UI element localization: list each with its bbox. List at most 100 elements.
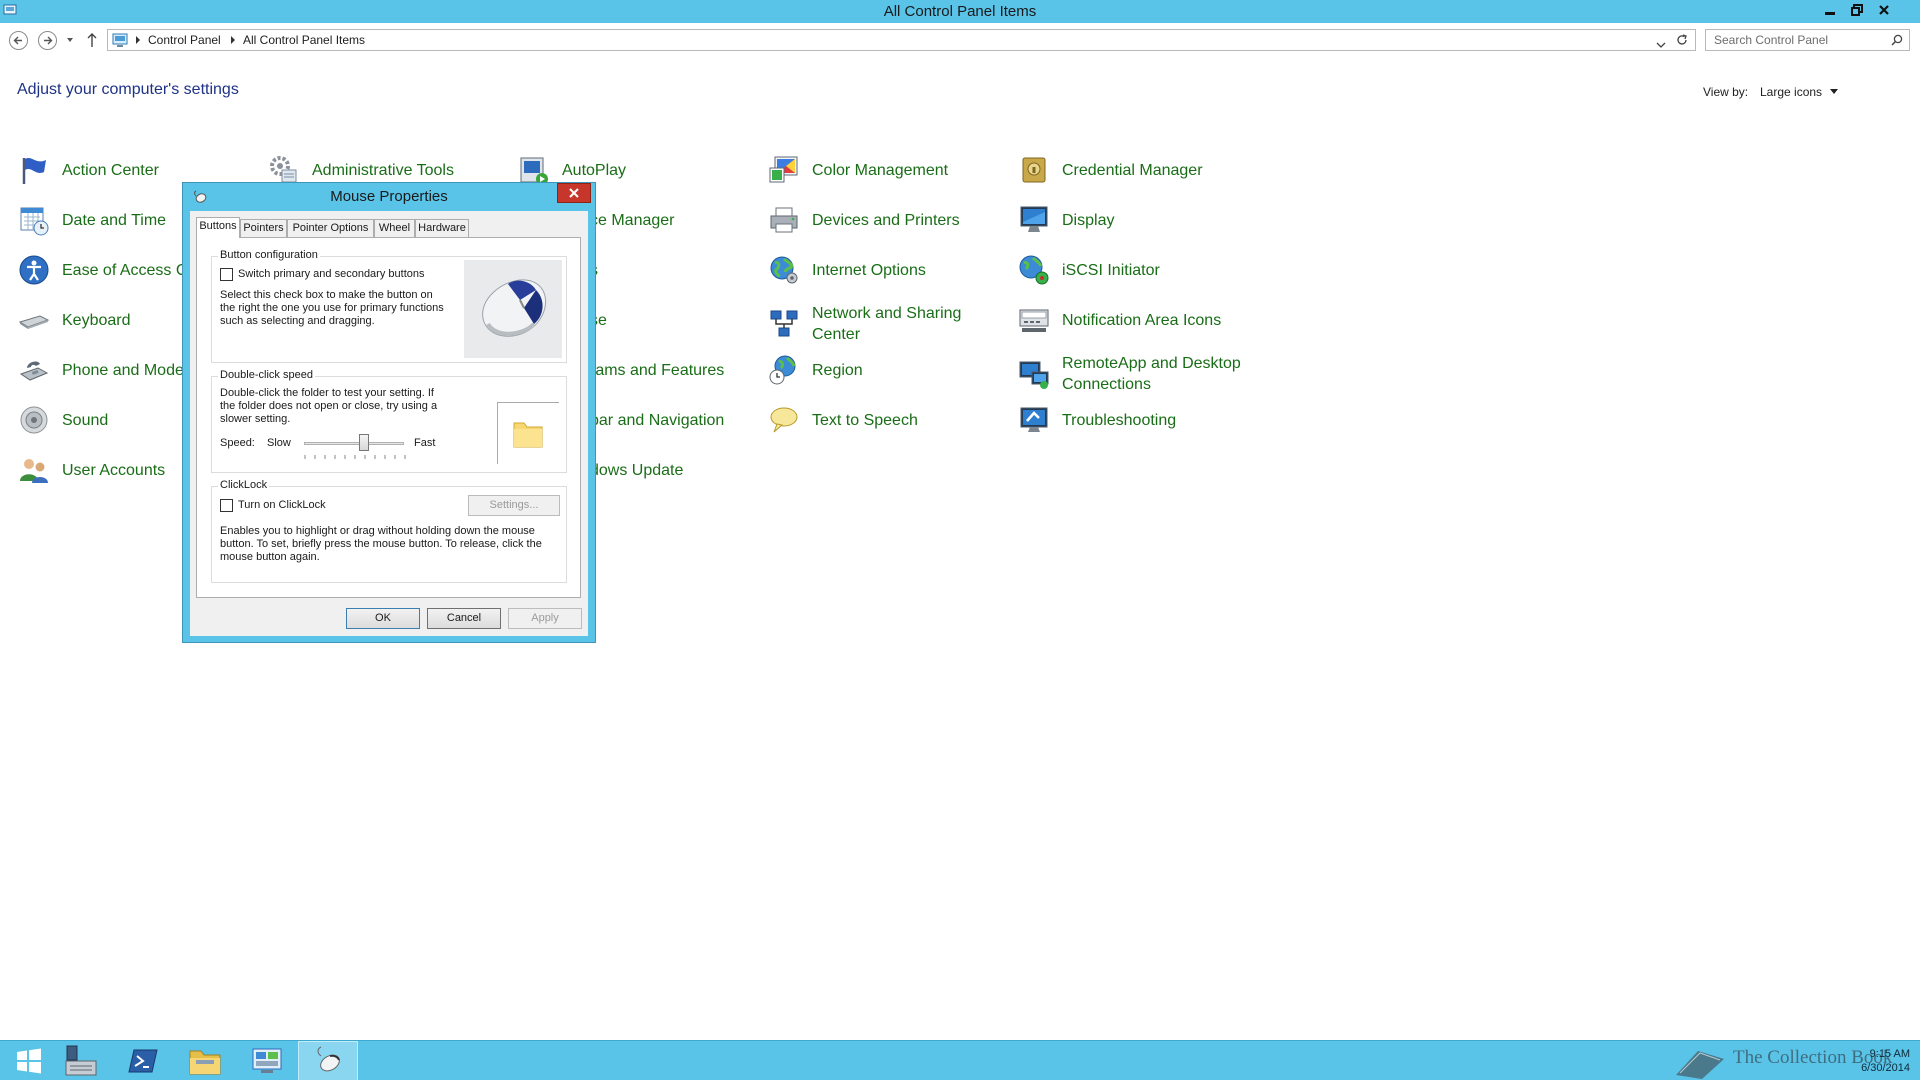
cp-item-text-to-speech[interactable]: Text to Speech (768, 402, 918, 438)
address-dropdown[interactable] (1656, 36, 1666, 54)
tab-hardware[interactable]: Hardware (415, 219, 469, 237)
clicklock-label[interactable]: Turn on ClickLock (238, 499, 326, 512)
phone-modem-icon (19, 361, 49, 381)
control-panel-location-icon (112, 33, 128, 47)
cp-item-sound[interactable]: Sound (18, 402, 108, 438)
remote-desktop-icon (1019, 361, 1049, 389)
cp-item-label: Notification Area Icons (1062, 311, 1222, 329)
cp-item-region[interactable]: Region (768, 352, 863, 388)
cp-item-notification-area-icons[interactable]: Notification Area Icons (1018, 302, 1221, 338)
breadcrumb-control-panel[interactable]: Control Panel (148, 30, 221, 51)
back-button[interactable] (9, 31, 28, 50)
dialog-title-bar[interactable]: Mouse Properties (183, 183, 595, 211)
restore-button[interactable] (1843, 0, 1870, 20)
minimize-button[interactable] (1816, 0, 1843, 20)
start-button[interactable] (0, 1041, 58, 1080)
taskbar: 9:15 AM 6/30/2014 (0, 1040, 1920, 1080)
cp-item-date-and-time[interactable]: Date and Time (18, 202, 166, 238)
clicklock-group: ClickLock Turn on ClickLock Settings... … (211, 479, 567, 583)
cp-item-device-manager[interactable]: ce Manager (590, 202, 675, 238)
navigation-bar: Control Panel All Control Panel Items (0, 23, 1920, 57)
cp-item-label: Ease of Access Ce (62, 261, 197, 279)
double-click-speed-group: Double-click speed Double-click the fold… (211, 369, 567, 473)
mouse-preview-image (464, 260, 562, 358)
refresh-button[interactable] (1675, 33, 1689, 52)
cp-item-keyboard[interactable]: Keyboard (18, 302, 131, 338)
forward-button[interactable] (38, 31, 57, 50)
double-click-speed-slider-thumb[interactable] (359, 434, 369, 451)
clicklock-checkbox[interactable] (220, 499, 233, 512)
iscsi-globe-icon (1019, 255, 1049, 285)
buttons-tab-panel: Button configuration Switch primary and … (196, 237, 581, 598)
cp-item-ease-of-access[interactable]: Ease of Access Ce (18, 252, 196, 288)
cp-item-remoteapp[interactable]: RemoteApp and Desktop Connections (1018, 352, 1242, 396)
cp-item-credential-manager[interactable]: Credential Manager (1018, 152, 1203, 188)
speaker-icon (20, 406, 48, 434)
address-bar[interactable]: Control Panel All Control Panel Items (107, 29, 1696, 51)
folder-icon (189, 1050, 221, 1075)
taskbar-server-manager[interactable] (52, 1041, 110, 1080)
troubleshooting-icon (1020, 407, 1048, 432)
taskbar-powershell[interactable] (114, 1041, 172, 1080)
apply-button[interactable]: Apply (508, 608, 582, 629)
ok-button[interactable]: OK (346, 608, 420, 629)
close-button[interactable] (1870, 0, 1897, 20)
cp-item-label: Color Management (812, 161, 949, 179)
search-box[interactable] (1705, 29, 1910, 51)
tab-buttons[interactable]: Buttons (196, 217, 240, 238)
cp-item-devices-and-printers[interactable]: Devices and Printers (768, 202, 960, 238)
taskbar-file-explorer[interactable] (176, 1041, 234, 1080)
clicklock-settings-button[interactable]: Settings... (468, 495, 560, 516)
tab-wheel[interactable]: Wheel (374, 219, 415, 237)
cp-item-internet-options[interactable]: Internet Options (768, 252, 926, 288)
double-click-speed-slider-track[interactable] (304, 442, 404, 445)
credential-vault-icon (1022, 157, 1046, 183)
cancel-button[interactable]: Cancel (427, 608, 501, 629)
view-by-dropdown[interactable]: Large icons (1760, 85, 1822, 99)
close-icon (1878, 5, 1889, 15)
mouse-illustration-icon (482, 279, 547, 337)
cp-item-troubleshooting[interactable]: Troubleshooting (1018, 402, 1176, 438)
cp-item-user-accounts[interactable]: User Accounts (18, 452, 165, 488)
switch-buttons-checkbox[interactable] (220, 268, 233, 281)
forward-arrow-icon (44, 36, 53, 45)
group-title: ClickLock (218, 479, 270, 491)
search-icon[interactable] (1891, 34, 1903, 46)
cp-item-label: Display (1062, 211, 1115, 229)
tab-pointers[interactable]: Pointers (240, 219, 287, 237)
cp-item-label: Credential Manager (1062, 161, 1203, 179)
cp-item-taskbar-and-navigation[interactable]: bar and Navigation (590, 402, 724, 438)
fast-label: Fast (414, 437, 436, 449)
cp-item-label: Keyboard (62, 311, 131, 329)
cp-item-iscsi-initiator[interactable]: iSCSI Initiator (1018, 252, 1160, 288)
dialog-close-button[interactable] (557, 183, 591, 203)
calendar-clock-icon (20, 207, 49, 236)
taskbar-mouse-properties[interactable] (298, 1041, 358, 1080)
cp-item-label: Administrative Tools (312, 161, 454, 179)
cp-item-programs-and-features[interactable]: rams and Features (590, 352, 724, 388)
color-management-icon (769, 156, 798, 183)
switch-buttons-label[interactable]: Switch primary and secondary buttons (238, 268, 424, 281)
speech-bubble-icon (770, 407, 798, 433)
cp-item-phone-and-modem[interactable]: Phone and Mode (18, 352, 184, 388)
cp-item-color-management[interactable]: Color Management (768, 152, 948, 188)
slow-label: Slow (267, 437, 291, 449)
cp-item-windows-update[interactable]: dows Update (590, 452, 683, 488)
breadcrumb-separator[interactable] (231, 36, 235, 44)
breadcrumb-all-items[interactable]: All Control Panel Items (243, 30, 365, 51)
tab-pointer-options[interactable]: Pointer Options (287, 219, 374, 237)
recent-locations-dropdown[interactable] (67, 38, 73, 42)
view-by-caret-icon[interactable] (1830, 89, 1838, 94)
up-button[interactable] (86, 32, 98, 53)
cp-item-action-center[interactable]: Action Center (18, 152, 159, 188)
taskbar-control-panel[interactable] (238, 1041, 296, 1080)
cp-item-network-and-sharing[interactable]: Network and Sharing Center (768, 302, 992, 346)
cp-item-display[interactable]: Display (1018, 202, 1114, 238)
cp-item-label: RemoteApp and Desktop Connections (1062, 355, 1241, 393)
breadcrumb-separator[interactable] (136, 36, 140, 44)
test-folder-area[interactable] (497, 402, 559, 464)
windows-logo-icon (17, 1048, 41, 1074)
search-input[interactable] (1714, 30, 1889, 50)
folder-icon[interactable] (498, 403, 560, 465)
minimize-icon (1824, 12, 1835, 15)
